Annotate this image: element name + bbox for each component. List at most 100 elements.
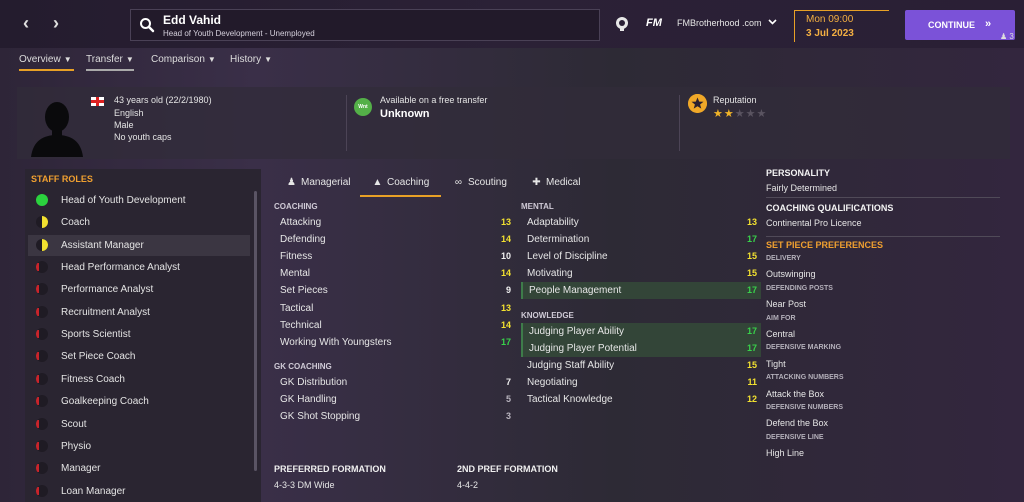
attribute-row[interactable]: Motivating 15	[521, 265, 761, 282]
attribute-row[interactable]: Adaptability 13	[521, 214, 761, 231]
role-label: Goalkeeping Coach	[61, 396, 149, 408]
medical-icon: ✚	[532, 177, 541, 188]
role-item[interactable]: Sports Scientist	[28, 324, 250, 345]
defensive-marking-label: DEFENSIVE MARKING	[766, 344, 842, 351]
attribute-row[interactable]: People Management 17	[521, 282, 761, 300]
site-label[interactable]: FMBrotherhood .com	[677, 18, 762, 28]
attribute-row[interactable]: Tactical Knowledge 12	[521, 391, 761, 408]
role-label: Performance Analyst	[61, 284, 154, 296]
tab-medical[interactable]: ✚ Medical	[531, 177, 580, 197]
role-item[interactable]: Recruitment Analyst	[28, 302, 250, 323]
attribute-value: 15	[746, 268, 757, 279]
attribute-value: 17	[746, 234, 757, 245]
role-item[interactable]: Head of Youth Development	[28, 190, 250, 211]
attribute-row[interactable]: Judging Player Potential 17	[521, 340, 761, 358]
search-icon	[140, 18, 155, 33]
attribute-value: 11	[747, 377, 757, 388]
attribute-row[interactable]: Fitness 10	[274, 248, 515, 265]
attribute-row[interactable]: GK Distribution 7	[274, 374, 515, 391]
back-arrow-icon[interactable]: ‹	[16, 13, 36, 33]
attribute-row[interactable]: Judging Staff Ability 15	[521, 357, 761, 374]
chevron-down-icon[interactable]	[768, 19, 777, 25]
role-item[interactable]: Scout	[28, 414, 250, 435]
tab-overview[interactable]: Overview ▼	[19, 54, 74, 71]
coach-icon: ▲	[372, 177, 383, 188]
second-formation-title: 2ND PREF FORMATION	[457, 464, 558, 474]
search-box[interactable]: Edd Vahid Head of Youth Development - Un…	[130, 9, 600, 41]
club-crest-icon[interactable]	[615, 16, 629, 32]
preferred-formation-value: 4-3-3 DM Wide	[274, 480, 335, 490]
role-item[interactable]: Goalkeeping Coach	[28, 391, 250, 412]
attribute-row[interactable]: Mental 14	[274, 265, 515, 282]
double-chevron-icon: »	[985, 18, 992, 30]
divider	[679, 95, 680, 151]
attribute-row[interactable]: Attacking 13	[274, 214, 515, 231]
tab-managerial[interactable]: ♟ Managerial	[286, 177, 350, 197]
attribute-value: 17	[746, 285, 757, 296]
tab-history[interactable]: History ▼	[230, 54, 272, 69]
attribute-name: Tactical	[280, 302, 314, 314]
forward-arrow-icon[interactable]: ›	[46, 13, 66, 33]
attribute-row[interactable]: Judging Player Ability 17	[521, 323, 761, 340]
role-item[interactable]: Physio	[28, 436, 250, 457]
aim-for-value: Central	[766, 329, 796, 339]
role-label: Recruitment Analyst	[61, 306, 150, 318]
attribute-value: 14	[500, 234, 511, 245]
attribute-row[interactable]: Negotiating 11	[521, 374, 761, 391]
tab-history-label: History	[230, 54, 262, 65]
attribute-value: 12	[746, 394, 757, 405]
coaching-section-title: COACHING	[274, 202, 318, 211]
role-item[interactable]: Performance Analyst	[28, 279, 250, 300]
attribute-name: GK Shot Stopping	[280, 411, 361, 423]
role-item[interactable]: Head Performance Analyst	[28, 257, 250, 278]
suitability-icon	[36, 238, 48, 251]
tab-scouting[interactable]: ∞ Scouting	[453, 177, 507, 197]
game-date[interactable]: Mon 09:00 3 Jul 2023	[794, 10, 889, 42]
suitability-icon	[36, 372, 48, 385]
attribute-row[interactable]: Working With Youngsters 17	[274, 334, 515, 351]
reputation-label: Reputation	[713, 95, 757, 105]
defending-posts-value: Near Post	[766, 299, 807, 309]
attribute-row[interactable]: Defending 14	[274, 231, 515, 248]
mental-section-title: MENTAL	[521, 202, 554, 211]
second-formation-value: 4-4-2	[457, 480, 479, 490]
attribute-name: Technical	[280, 319, 322, 331]
tab-comparison-label: Comparison	[151, 54, 205, 65]
role-item[interactable]: Assistant Manager	[28, 234, 250, 256]
attribute-row[interactable]: Set Pieces 9	[274, 282, 515, 299]
suitability-icon	[36, 484, 48, 497]
attribute-row[interactable]: Level of Discipline 15	[521, 248, 761, 265]
roles-scrollbar[interactable]	[254, 191, 257, 471]
profile-tabs: Overview ▼ Transfer ▼ Comparison ▼ History ▼	[0, 48, 1024, 72]
attribute-value: 17	[746, 343, 757, 354]
attribute-row[interactable]: Tactical 13	[274, 300, 515, 317]
chevron-down-icon: ▼	[125, 55, 134, 64]
attribute-row[interactable]: Technical 14	[274, 317, 515, 334]
manager-icon: ♟	[287, 177, 296, 188]
role-item[interactable]: Fitness Coach	[28, 369, 250, 390]
star-icon: ★	[734, 108, 746, 120]
suitability-icon	[36, 216, 48, 229]
profile-header: 43 years old (22/2/1980) English Male No…	[17, 87, 1010, 159]
continue-button[interactable]: CONTINUE »	[905, 10, 1015, 40]
role-item[interactable]: Coach	[28, 212, 250, 233]
role-item[interactable]: Manager	[28, 458, 250, 479]
attribute-row[interactable]: GK Shot Stopping 3	[274, 408, 515, 425]
attribute-value: 14	[500, 268, 511, 279]
attribute-row[interactable]: Determination 17	[521, 231, 761, 248]
attribute-name: Adaptability	[527, 217, 579, 228]
youth-caps: No youth caps	[114, 132, 172, 142]
reputation-stars: ★★★★★	[713, 107, 767, 120]
suitability-icon	[36, 350, 48, 363]
attribute-value: 17	[500, 336, 511, 347]
attribute-name: GK Handling	[280, 394, 337, 406]
attribute-value: 13	[500, 302, 511, 313]
attribute-value: 7	[505, 377, 511, 387]
tab-comparison[interactable]: Comparison ▼	[151, 54, 216, 69]
personality-value: Fairly Determined	[766, 183, 838, 193]
tab-coaching[interactable]: ▲ Coaching	[372, 177, 430, 197]
role-item[interactable]: Loan Manager	[28, 481, 250, 502]
tab-transfer[interactable]: Transfer ▼	[86, 54, 134, 71]
role-item[interactable]: Set Piece Coach	[28, 346, 250, 367]
attribute-row[interactable]: GK Handling 5	[274, 391, 515, 408]
